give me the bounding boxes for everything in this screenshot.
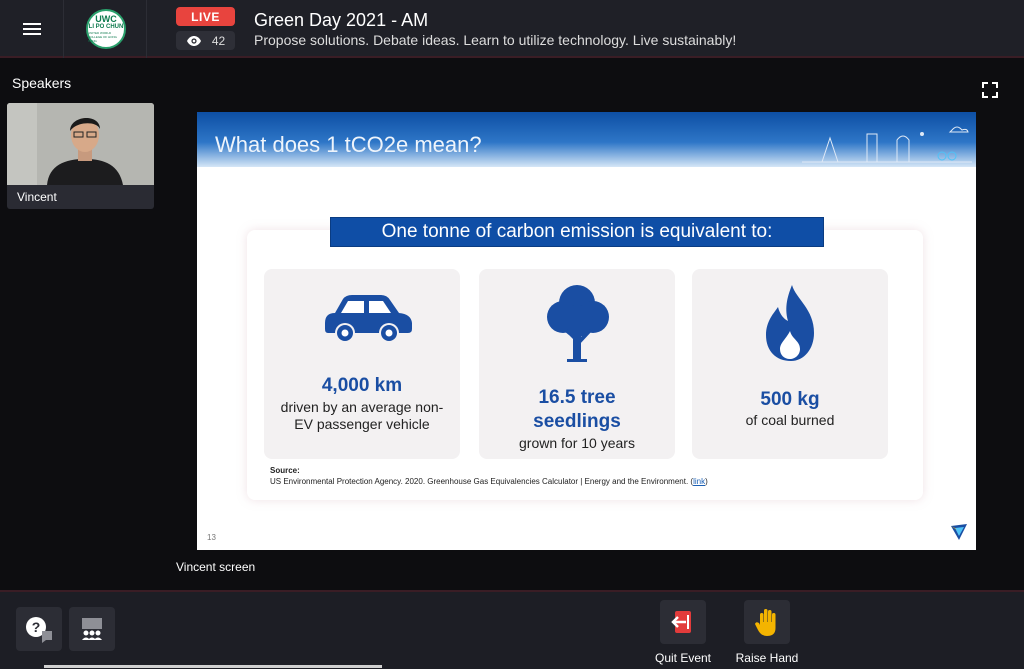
source-link[interactable]: link: [693, 477, 705, 486]
live-badge: LIVE: [176, 7, 235, 26]
fullscreen-icon: [982, 82, 998, 98]
shared-screen-label: Vincent screen: [176, 560, 256, 574]
eye-icon: [186, 35, 201, 46]
qa-button[interactable]: ?: [16, 607, 62, 651]
raise-hand-button[interactable]: [744, 600, 790, 644]
tree-icon: [547, 285, 609, 362]
quit-event-label: Quit Event: [654, 651, 712, 665]
speaker-tile[interactable]: Vincent: [7, 103, 154, 209]
equivalence-card-car: 4,000 km driven by an average non- EV pa…: [264, 269, 460, 459]
coal-desc: of coal burned: [745, 412, 835, 428]
raise-hand-label: Raise Hand: [735, 651, 799, 665]
logo-line1: UWC: [95, 14, 117, 24]
speaker-name: Vincent: [17, 190, 57, 204]
equivalence-card-coal: 500 kg of coal burned: [692, 269, 888, 459]
car-icon: [325, 295, 412, 341]
event-subtitle: Propose solutions. Debate ideas. Learn t…: [254, 32, 737, 48]
top-bar: UWC LI PO CHUN UNITED WORLD COLLEGE OF H…: [0, 0, 1024, 58]
logo-line2: LI PO CHUN: [88, 24, 124, 30]
viewer-count: 42: [211, 33, 226, 48]
audience-button[interactable]: [69, 607, 115, 651]
header-divider: [146, 0, 147, 58]
bottom-toolbar: ? Quit Event Raise Hand: [0, 590, 1024, 669]
exit-door-icon: [671, 611, 691, 633]
tree-desc: grown for 10 years: [519, 435, 635, 451]
raise-hand-icon: [755, 609, 776, 636]
tree-value-line2: seedlings: [533, 411, 621, 432]
slide-page-number: 13: [207, 533, 216, 542]
slide-title: What does 1 tCO2e mean?: [215, 132, 482, 157]
question-chat-icon: ?: [26, 617, 52, 643]
city-skyline-icon: [802, 126, 972, 163]
menu-button[interactable]: [0, 0, 64, 58]
source-end: ): [705, 477, 708, 486]
slide-banner: One tonne of carbon emission is equivale…: [330, 217, 824, 247]
source-text: US Environmental Protection Agency. 2020…: [270, 477, 694, 486]
coal-value: 500 kg: [760, 389, 820, 410]
car-desc-line2: EV passenger vehicle: [294, 416, 430, 432]
equivalence-card-tree: 16.5 tree seedlings grown for 10 years: [479, 269, 675, 459]
slide-header: What does 1 tCO2e mean?: [197, 112, 976, 167]
car-desc-line1: driven by an average non-: [280, 399, 444, 415]
event-title: Green Day 2021 - AM: [254, 10, 429, 30]
flame-icon: [766, 285, 814, 361]
speaker-avatar: [7, 103, 154, 185]
source-heading: Source:: [270, 466, 300, 475]
car-value: 4,000 km: [321, 375, 403, 396]
viewer-counter: 42: [176, 31, 235, 50]
speaker-video: [7, 103, 154, 185]
source-citation: US Environmental Protection Agency. 2020…: [270, 477, 708, 486]
logo-line3: UNITED WORLD COLLEGE OF HONG KONG: [88, 31, 118, 43]
bottom-progress-line: [44, 665, 382, 668]
speakers-heading: Speakers: [12, 75, 72, 91]
hamburger-menu-icon: [22, 23, 41, 35]
shared-screen-slide: What does 1 tCO2e mean? One tonne of car…: [197, 112, 976, 550]
svg-text:?: ?: [32, 619, 41, 635]
tree-value-line1: 16.5 tree: [538, 387, 616, 408]
audience-icon: [82, 618, 102, 640]
fullscreen-button[interactable]: [980, 80, 1000, 100]
brand-mark-icon: [951, 524, 967, 540]
quit-event-button[interactable]: [660, 600, 706, 644]
school-logo: UWC LI PO CHUN UNITED WORLD COLLEGE OF H…: [86, 9, 126, 49]
